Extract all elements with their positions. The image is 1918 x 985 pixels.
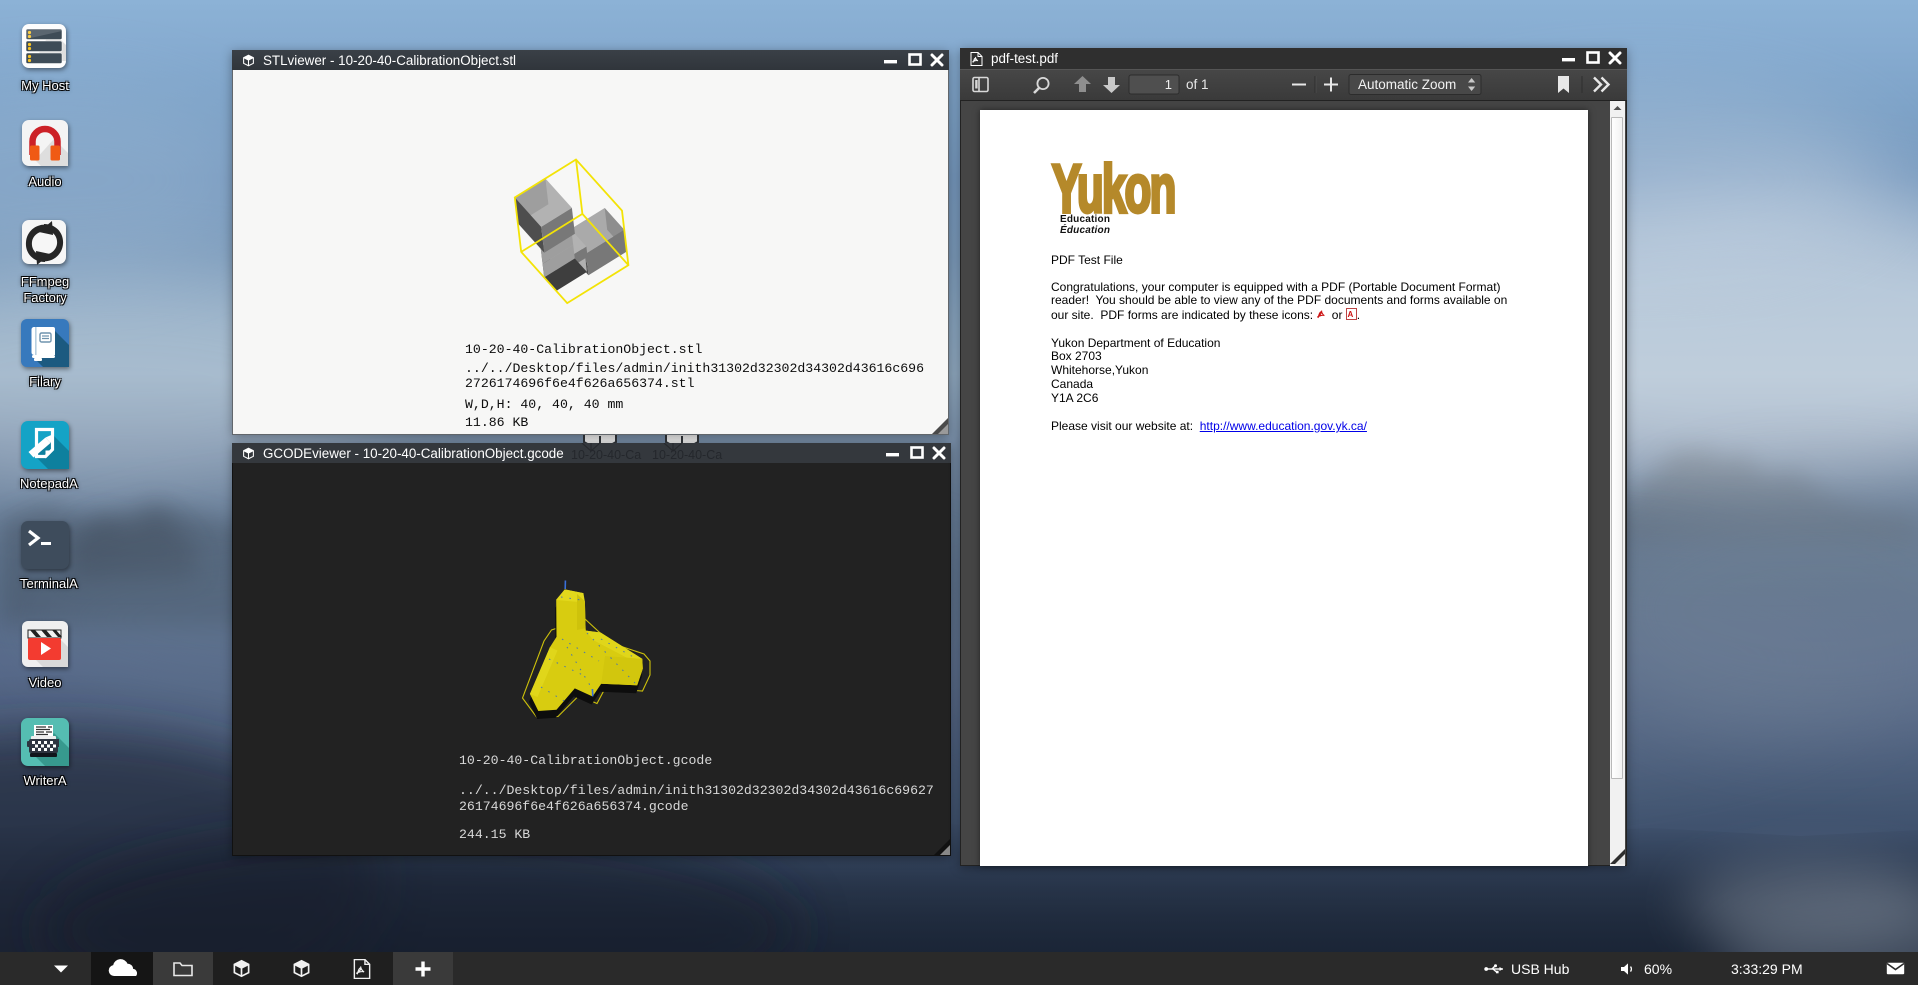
svg-text:1: 1 xyxy=(1165,77,1172,92)
svg-text:Automatic Zoom: Automatic Zoom xyxy=(1358,77,1456,92)
svg-text:of 1: of 1 xyxy=(1186,77,1209,92)
svg-text:10-20-40-Ca: 10-20-40-Ca xyxy=(571,448,641,462)
svg-text:A: A xyxy=(1347,310,1353,319)
svg-text:10-20-40-Ca: 10-20-40-Ca xyxy=(652,448,722,462)
